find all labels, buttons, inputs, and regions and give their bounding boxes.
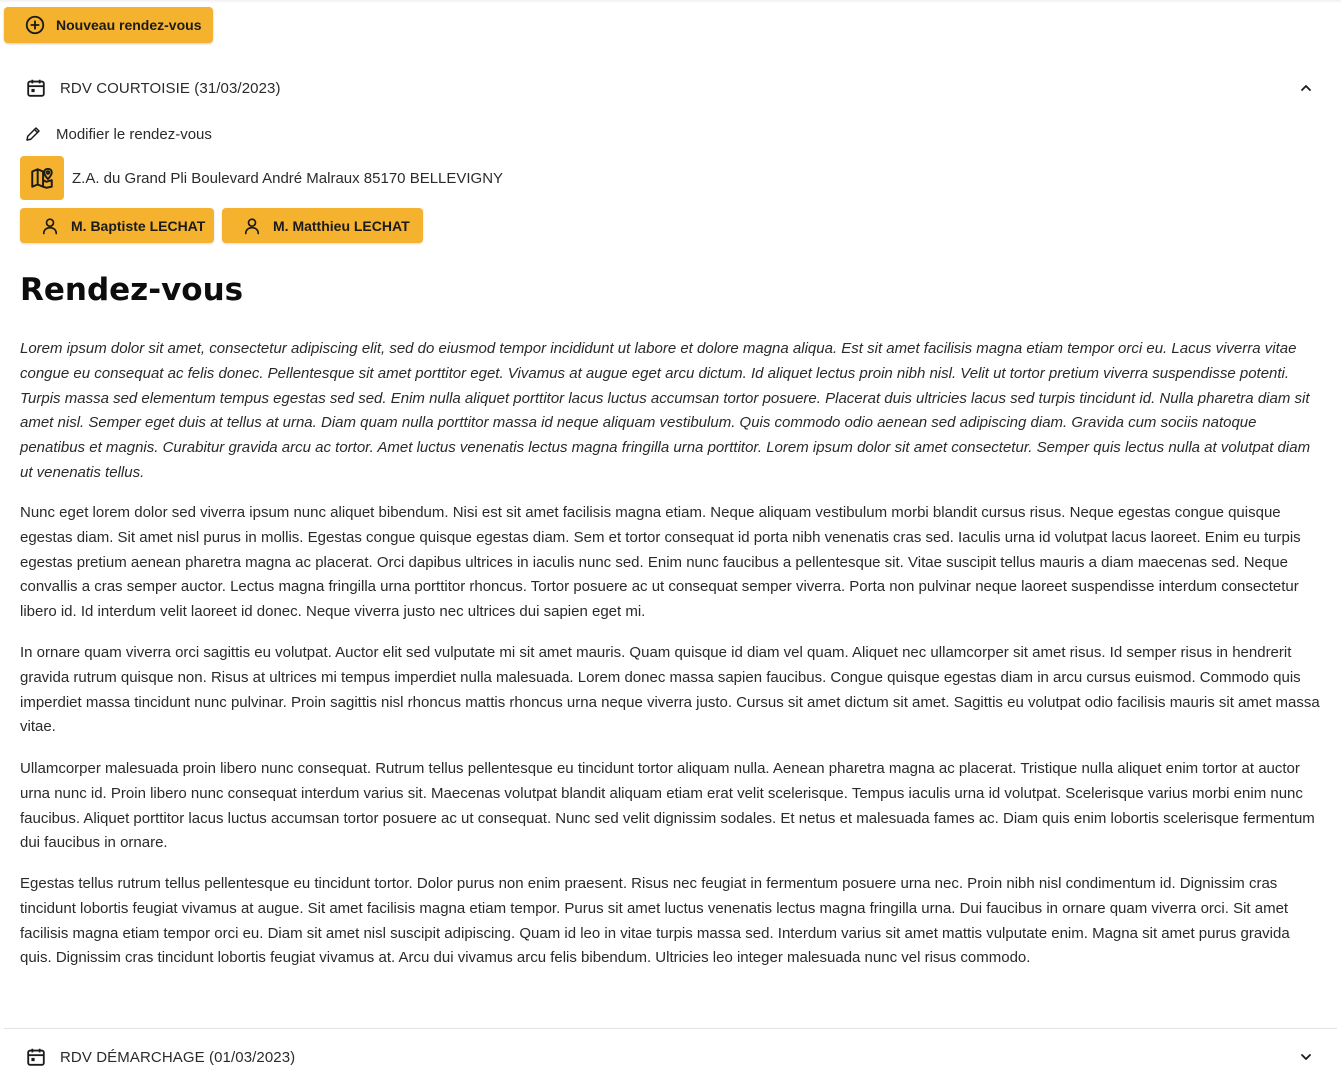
contact-name: M. Matthieu LECHAT [273,217,410,234]
user-icon [40,216,60,236]
pencil-icon [24,125,42,143]
description-paragraph: Egestas tellus rutrum tellus pellentesqu… [20,875,1290,967]
contact-name: M. Baptiste LECHAT [71,217,206,234]
appointments-page: Nouveau rendez-vous RDV COURTOISIE (31/0… [0,0,1341,1080]
chevron-up-icon[interactable] [1299,81,1313,95]
description-paragraph: Nunc eget lorem dolor sed viverra ipsum … [20,504,1301,621]
section-heading: Rendez-vous [20,272,244,308]
appointment-header-demarchage[interactable]: RDV DÉMARCHAGE (01/03/2023) [4,1037,1331,1077]
appointment-address: Z.A. du Grand Pli Boulevard André Malrau… [72,169,504,187]
description-paragraph: Lorem ipsum dolor sit amet, consectetur … [20,340,1311,481]
calendar-icon [25,1046,47,1068]
address-row: Z.A. du Grand Pli Boulevard André Malrau… [20,156,503,200]
top-shadow [0,0,1341,3]
description-paragraph: In ornare quam viverra orci sagittis eu … [20,644,1320,736]
new-appointment-label: Nouveau rendez-vous [56,17,202,33]
accordion-divider [4,1028,1337,1029]
plus-circle-icon [24,14,46,36]
chevron-down-icon[interactable] [1299,1050,1313,1064]
map-pin-icon [29,165,55,191]
edit-appointment-link[interactable]: Modifier le rendez-vous [24,121,212,147]
calendar-icon [25,77,47,99]
map-button[interactable] [20,156,64,200]
new-appointment-button[interactable]: Nouveau rendez-vous [4,7,213,43]
appointment-title: RDV COURTOISIE (31/03/2023) [60,79,281,97]
appointment-title: RDV DÉMARCHAGE (01/03/2023) [60,1048,296,1066]
edit-appointment-label: Modifier le rendez-vous [56,125,212,143]
contact-button-matthieu[interactable]: M. Matthieu LECHAT [222,208,423,243]
contact-button-baptiste[interactable]: M. Baptiste LECHAT [20,208,214,243]
user-icon [242,216,262,236]
description-paragraph: Ullamcorper malesuada proin libero nunc … [20,760,1315,852]
appointment-header-courtoisie[interactable]: RDV COURTOISIE (31/03/2023) [4,68,1331,108]
